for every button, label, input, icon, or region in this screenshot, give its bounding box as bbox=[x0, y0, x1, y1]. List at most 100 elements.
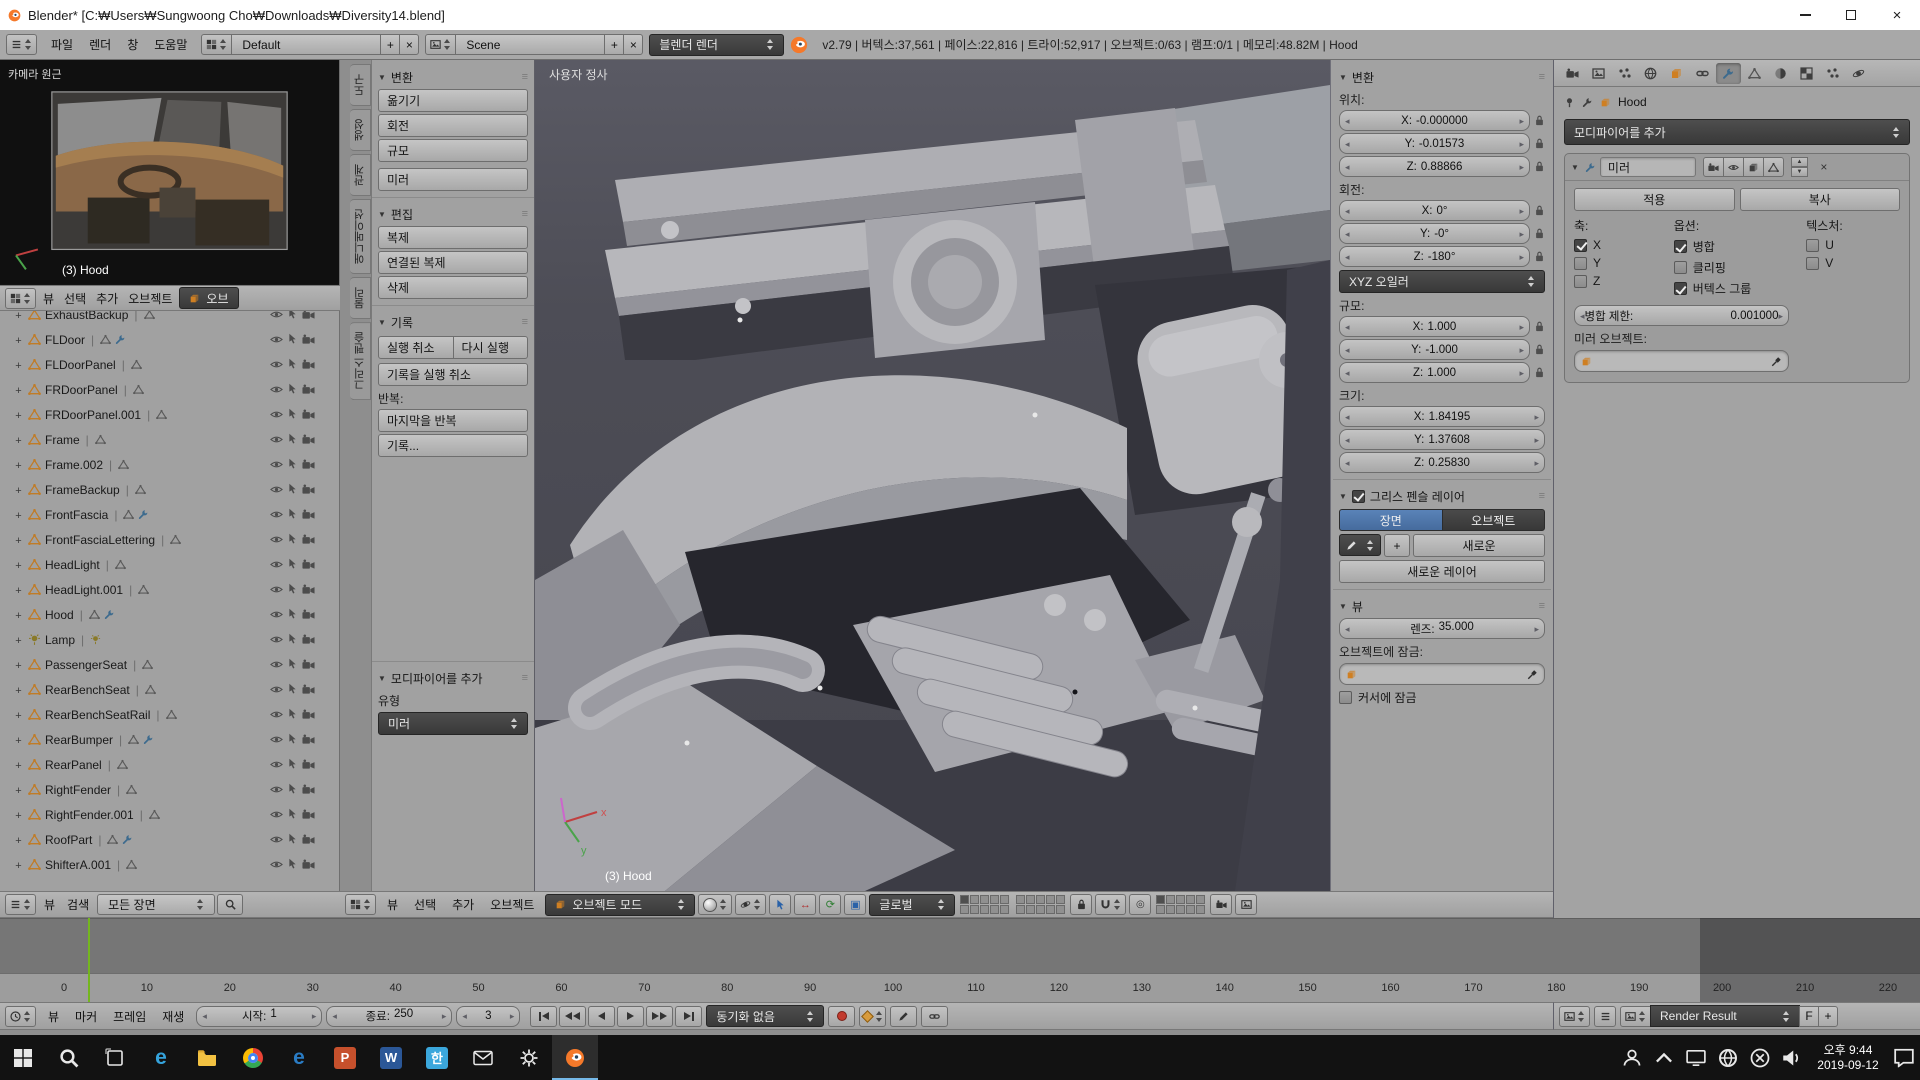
lock-icon[interactable] bbox=[1534, 205, 1545, 216]
visibility-eye-icon[interactable] bbox=[270, 833, 283, 846]
axis-checkbox[interactable]: Y bbox=[1574, 256, 1668, 270]
selectability-cursor-icon[interactable] bbox=[287, 808, 298, 819]
menu-item[interactable]: 도움말 bbox=[146, 36, 195, 53]
internet-explorer-icon[interactable]: e bbox=[276, 1035, 322, 1080]
repeat-last-button[interactable]: 마지막을 반복 bbox=[378, 409, 528, 432]
selectability-cursor-icon[interactable] bbox=[287, 658, 298, 669]
current-frame-field[interactable]: 3 bbox=[456, 1006, 520, 1027]
modifier-panel-header[interactable]: 미러 ▲ ▼ × bbox=[1565, 154, 1909, 181]
editor-type-3dview-button[interactable] bbox=[5, 288, 36, 309]
selectability-cursor-icon[interactable] bbox=[287, 483, 298, 494]
file-explorer-icon[interactable] bbox=[184, 1035, 230, 1080]
selectability-cursor-icon[interactable] bbox=[287, 408, 298, 419]
renderability-camera-icon[interactable] bbox=[302, 533, 315, 546]
texture-checkbox[interactable]: V bbox=[1806, 256, 1900, 270]
expand-toggle[interactable] bbox=[13, 658, 24, 672]
expand-toggle[interactable] bbox=[13, 483, 24, 497]
menu-item[interactable]: 뷰 bbox=[40, 1008, 67, 1025]
current-frame-indicator[interactable] bbox=[88, 918, 90, 1002]
object-name[interactable]: FRDoorPanel bbox=[45, 383, 118, 397]
expand-toggle[interactable] bbox=[13, 358, 24, 372]
manipulator-toggle[interactable] bbox=[769, 894, 791, 915]
renderability-camera-icon[interactable] bbox=[302, 433, 315, 446]
visibility-eye-icon[interactable] bbox=[270, 333, 283, 346]
object-name[interactable]: Lamp bbox=[45, 633, 75, 647]
selectability-cursor-icon[interactable] bbox=[287, 783, 298, 794]
outliner[interactable]: ExhaustBackup FLDoor bbox=[0, 311, 340, 891]
lock-icon[interactable] bbox=[1534, 344, 1545, 355]
word-icon[interactable]: W bbox=[368, 1035, 414, 1080]
add-modifier-dropdown[interactable]: 모디파이어를 추가 bbox=[1564, 119, 1910, 145]
end-frame-field[interactable]: 종료:250 bbox=[326, 1006, 452, 1027]
outliner-item[interactable]: FrontFasciaLettering bbox=[0, 527, 339, 552]
rotation-field[interactable]: Y:-0° bbox=[1339, 223, 1530, 244]
outliner-item[interactable]: FLDoor bbox=[0, 327, 339, 352]
chrome-icon[interactable] bbox=[230, 1035, 276, 1080]
object-name[interactable]: HeadLight.001 bbox=[45, 583, 123, 597]
renderability-camera-icon[interactable] bbox=[302, 633, 315, 646]
visibility-eye-icon[interactable] bbox=[270, 608, 283, 621]
onedrive-error-tray-icon[interactable] bbox=[1744, 1035, 1776, 1080]
screen-layout-name[interactable]: Default bbox=[231, 34, 381, 55]
editor-type-timeline-button[interactable] bbox=[5, 1006, 36, 1027]
object-name[interactable]: FLDoorPanel bbox=[45, 358, 116, 372]
location-field[interactable]: Z:0.88866 bbox=[1339, 156, 1530, 177]
menu-item[interactable]: 뷰 bbox=[38, 290, 59, 307]
tab-texture[interactable] bbox=[1794, 63, 1819, 84]
outliner-item[interactable]: RoofPart bbox=[0, 827, 339, 852]
scale-manipulator-button[interactable]: ▣ bbox=[844, 894, 866, 915]
outliner-item[interactable]: RightFender.001 bbox=[0, 802, 339, 827]
visibility-eye-icon[interactable] bbox=[270, 683, 283, 696]
tab-world[interactable] bbox=[1638, 63, 1663, 84]
tab-object[interactable] bbox=[1664, 63, 1689, 84]
selectability-cursor-icon[interactable] bbox=[287, 558, 298, 569]
display-tray-icon[interactable] bbox=[1680, 1035, 1712, 1080]
taskbar-clock[interactable]: 오후 9:44 2019-09-12 bbox=[1808, 1043, 1888, 1073]
outliner-item[interactable]: Lamp bbox=[0, 627, 339, 652]
rotate-manipulator-button[interactable]: ⟳ bbox=[819, 894, 841, 915]
menu-item[interactable]: 뷰 bbox=[38, 896, 61, 913]
renderability-camera-icon[interactable] bbox=[302, 608, 315, 621]
proportional-edit-button[interactable]: ◎ bbox=[1129, 894, 1151, 915]
translate-manipulator-button[interactable]: ↔ bbox=[794, 894, 816, 915]
object-name[interactable]: Hood bbox=[45, 608, 74, 622]
tab-physics[interactable] bbox=[1846, 63, 1871, 84]
outliner-item[interactable]: HeadLight.001 bbox=[0, 577, 339, 602]
object-name[interactable]: RearBenchSeatRail bbox=[45, 708, 150, 722]
lock-object-field[interactable] bbox=[1339, 663, 1545, 685]
selectability-cursor-icon[interactable] bbox=[287, 311, 298, 319]
snap-toggle-button[interactable] bbox=[1095, 894, 1126, 915]
search-button[interactable] bbox=[46, 1035, 92, 1080]
pivot-point-dropdown[interactable] bbox=[735, 894, 766, 915]
renderability-camera-icon[interactable] bbox=[302, 683, 315, 696]
location-field[interactable]: Y:-0.01573 bbox=[1339, 133, 1530, 154]
object-name[interactable]: FrontFasciaLettering bbox=[45, 533, 155, 547]
visibility-eye-icon[interactable] bbox=[270, 558, 283, 571]
modifier-cage-toggle[interactable] bbox=[1763, 157, 1784, 177]
editor-type-outliner-button[interactable] bbox=[5, 894, 36, 915]
dimension-field[interactable]: Z:0.25830 bbox=[1339, 452, 1545, 473]
lens-field[interactable]: 렌즈:35.000 bbox=[1339, 618, 1545, 639]
tab-particles[interactable] bbox=[1820, 63, 1845, 84]
visibility-eye-icon[interactable] bbox=[270, 858, 283, 871]
object-name[interactable]: RearBenchSeat bbox=[45, 683, 130, 697]
mirror-object-field[interactable] bbox=[1574, 350, 1789, 372]
task-view-button[interactable] bbox=[92, 1035, 138, 1080]
timeline-ruler[interactable]: 0102030405060708090100110120130140150160… bbox=[0, 973, 1920, 1002]
renderability-camera-icon[interactable] bbox=[302, 858, 315, 871]
transform-n-panel-header[interactable]: 변환 bbox=[1339, 67, 1545, 87]
visibility-eye-icon[interactable] bbox=[270, 733, 283, 746]
expand-toggle[interactable] bbox=[13, 333, 24, 347]
scale-field[interactable]: X:1.000 bbox=[1339, 316, 1530, 337]
pin-icon[interactable] bbox=[1564, 97, 1575, 108]
add-modifier-panel-header[interactable]: 모디파이어를 추가 bbox=[378, 668, 528, 688]
renderability-camera-icon[interactable] bbox=[302, 333, 315, 346]
settings-icon[interactable] bbox=[506, 1035, 552, 1080]
visibility-eye-icon[interactable] bbox=[270, 383, 283, 396]
menu-item[interactable]: 선택 bbox=[406, 896, 444, 913]
tab-material[interactable] bbox=[1768, 63, 1793, 84]
outliner-item[interactable]: FrontFascia bbox=[0, 502, 339, 527]
camera-preview-viewport[interactable]: 카메라 원근 (3) Hood bbox=[0, 60, 340, 285]
viewport-shading-dropdown[interactable] bbox=[698, 894, 732, 915]
visibility-eye-icon[interactable] bbox=[270, 358, 283, 371]
